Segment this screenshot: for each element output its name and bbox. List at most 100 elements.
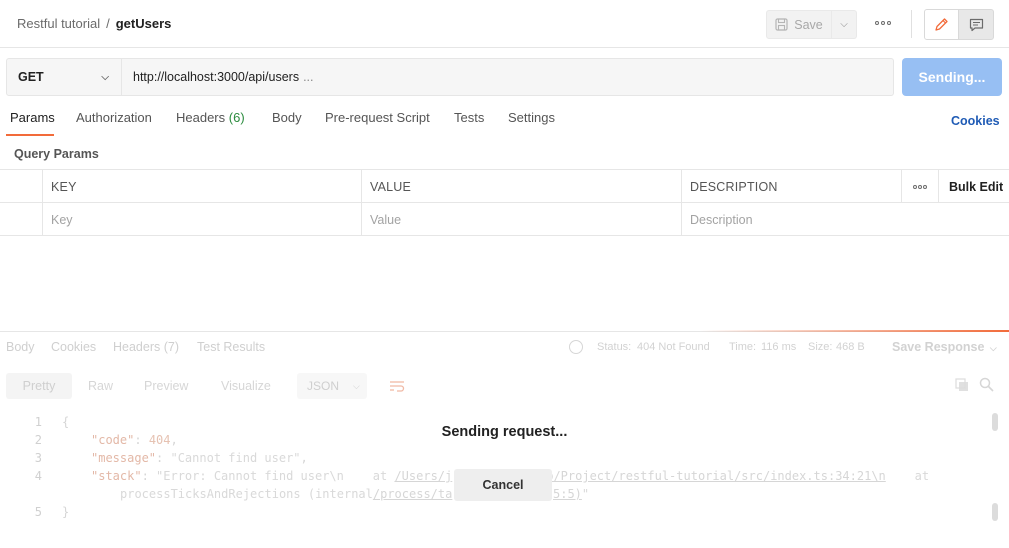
status-label: Status: xyxy=(597,341,632,353)
line-number: 5 xyxy=(34,505,42,519)
more-icon-dot xyxy=(923,184,927,189)
tab-body[interactable]: Body xyxy=(272,110,302,125)
sending-request-message: Sending request... xyxy=(441,424,568,440)
line-number: 4 xyxy=(34,469,42,483)
value-input[interactable]: Value xyxy=(362,203,681,236)
divider xyxy=(901,170,902,203)
response-tab-test-results[interactable]: Test Results xyxy=(197,340,265,354)
line-number: 3 xyxy=(34,451,42,465)
comment-icon xyxy=(969,18,983,31)
save-label: Save xyxy=(794,17,823,32)
save-response-button[interactable]: Save Response ⌵ xyxy=(892,340,997,354)
active-tab-indicator xyxy=(6,134,54,136)
save-response-label: Save Response xyxy=(892,340,985,354)
globe-icon[interactable] xyxy=(569,340,583,354)
breadcrumb-collection[interactable]: Restful tutorial xyxy=(17,16,100,31)
more-icon xyxy=(875,21,879,25)
tab-authorization[interactable]: Authorization xyxy=(76,110,152,125)
cookies-link[interactable]: Cookies xyxy=(951,114,1000,128)
chevron-down-icon: ⌵ xyxy=(840,19,848,30)
save-options-button[interactable]: ⌵ xyxy=(832,10,857,39)
json-key: "message" xyxy=(91,451,157,465)
size-value: 468 B xyxy=(836,341,865,353)
divider xyxy=(681,170,682,236)
format-preview[interactable]: Preview xyxy=(144,379,188,393)
column-header-description: DESCRIPTION xyxy=(690,179,778,194)
time-label: Time: xyxy=(729,341,757,353)
tab-settings[interactable]: Settings xyxy=(508,110,555,125)
method-select[interactable]: GET ⌵ xyxy=(6,58,122,96)
edit-mode-button[interactable] xyxy=(925,10,959,39)
divider xyxy=(361,170,362,236)
tab-headers[interactable]: Headers (6) xyxy=(176,110,245,125)
size-label: Size: xyxy=(808,341,833,353)
description-input[interactable]: Description xyxy=(682,203,1009,236)
format-type-value: JSON xyxy=(307,379,340,393)
format-visualize[interactable]: Visualize xyxy=(221,379,271,393)
breadcrumb-separator: / xyxy=(106,16,110,31)
tab-tests[interactable]: Tests xyxy=(454,110,484,125)
json-string: "Error: Cannot find user\n at xyxy=(156,469,395,483)
divider xyxy=(42,170,43,236)
breadcrumb: Restful tutorial / getUsers xyxy=(17,16,171,31)
tab-headers-label: Headers xyxy=(176,110,226,125)
response-tab-cookies[interactable]: Cookies xyxy=(51,340,96,354)
wrap-lines-icon[interactable] xyxy=(389,379,405,393)
tab-params[interactable]: Params xyxy=(10,110,55,125)
stack-link[interactable]: /Users/j xyxy=(394,469,452,483)
url-input[interactable]: http://localhost:3000/api/users ... xyxy=(122,58,894,96)
save-button[interactable]: Save xyxy=(766,10,832,39)
stack-link[interactable]: /process/ta xyxy=(373,487,452,501)
response-tab-body[interactable]: Body xyxy=(6,340,35,354)
table-row: Key Value Description xyxy=(0,203,1009,236)
loading-progress-bar xyxy=(700,330,1009,332)
column-header-key: KEY xyxy=(51,179,77,194)
comments-button[interactable] xyxy=(959,10,993,39)
stack-link[interactable]: 5:5) xyxy=(553,487,582,501)
json-string: at xyxy=(885,469,930,483)
copy-icon[interactable] xyxy=(955,378,969,392)
stack-link[interactable]: op/Project/restful-tutorial/src/index.ts… xyxy=(539,469,886,483)
code-line: } xyxy=(62,505,70,519)
format-type-select[interactable]: JSON ⌵ xyxy=(297,373,367,399)
format-pretty[interactable]: Pretty xyxy=(6,373,72,399)
column-header-value: VALUE xyxy=(370,179,412,194)
query-params-title: Query Params xyxy=(14,147,99,161)
more-actions-button[interactable] xyxy=(871,16,895,30)
key-input[interactable]: Key xyxy=(43,203,361,236)
query-params-table: KEY VALUE DESCRIPTION Bulk Edit Key Valu… xyxy=(0,169,1009,236)
cancel-button[interactable]: Cancel xyxy=(454,469,552,501)
column-options-button[interactable] xyxy=(902,170,938,203)
status-value: 404 Not Found xyxy=(637,341,710,353)
more-icon-dot xyxy=(887,21,891,25)
request-name[interactable]: getUsers xyxy=(116,16,172,31)
format-raw[interactable]: Raw xyxy=(88,379,113,393)
pencil-icon xyxy=(935,18,948,31)
chevron-down-icon: ⌵ xyxy=(101,72,109,83)
headers-count-badge: (6) xyxy=(228,110,245,125)
bulk-edit-button[interactable]: Bulk Edit xyxy=(939,170,1009,203)
code-line: "stack": "Error: Cannot find user\n at /… xyxy=(91,469,453,483)
more-icon xyxy=(913,184,917,189)
scrollbar-thumb[interactable] xyxy=(992,503,998,521)
response-tab-headers[interactable]: Headers (7) xyxy=(113,340,179,354)
divider xyxy=(938,170,939,203)
code-line: 5:5)" xyxy=(553,487,589,501)
search-icon[interactable] xyxy=(979,377,994,392)
chevron-down-icon: ⌵ xyxy=(989,343,997,353)
json-string: processTicksAndRejections (internal xyxy=(120,487,373,501)
json-key: "stack" xyxy=(91,469,142,483)
send-button[interactable]: Sending... xyxy=(902,58,1002,96)
json-string: "Cannot find user" xyxy=(170,451,301,465)
code-line: "message": "Cannot find user", xyxy=(91,451,308,465)
view-mode-toggle xyxy=(924,9,994,40)
code-line: processTicksAndRejections (internal/proc… xyxy=(120,487,452,501)
more-icon-dot xyxy=(918,184,922,189)
code-line: op/Project/restful-tutorial/src/index.ts… xyxy=(539,469,929,483)
url-value: http://localhost:3000/api/users xyxy=(133,70,300,84)
method-value: GET xyxy=(18,70,44,84)
divider xyxy=(911,10,912,38)
chevron-down-icon: ⌵ xyxy=(353,380,360,391)
json-string: " xyxy=(581,487,590,501)
tab-pre-request-script[interactable]: Pre-request Script xyxy=(325,110,430,125)
